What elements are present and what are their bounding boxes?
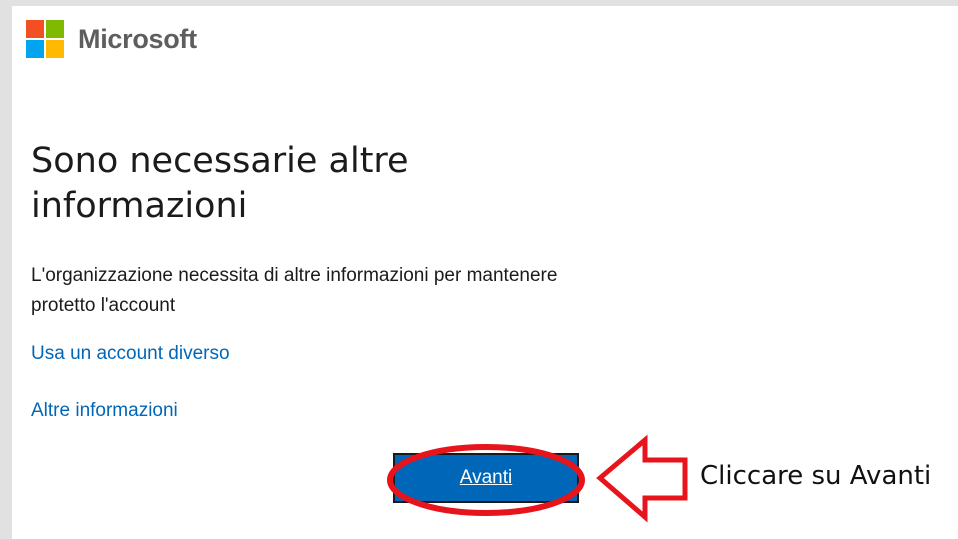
left-border (0, 0, 12, 539)
brand-name: Microsoft (78, 23, 197, 54)
page-title: Sono necessarie altre informazioni (31, 141, 409, 226)
more-info-link[interactable]: Altre informazioni (31, 400, 178, 422)
next-button[interactable]: Avanti (393, 453, 579, 503)
annotation-label: Cliccare su Avanti (700, 461, 932, 491)
microsoft-squares-icon (26, 20, 64, 58)
use-different-account-link[interactable]: Usa un account diverso (31, 343, 230, 365)
microsoft-logo: Microsoft (26, 20, 197, 58)
screenshot-frame: Microsoft Sono necessarie altre informaz… (0, 0, 958, 539)
page-description: L'organizzazione necessita di altre info… (31, 265, 558, 316)
